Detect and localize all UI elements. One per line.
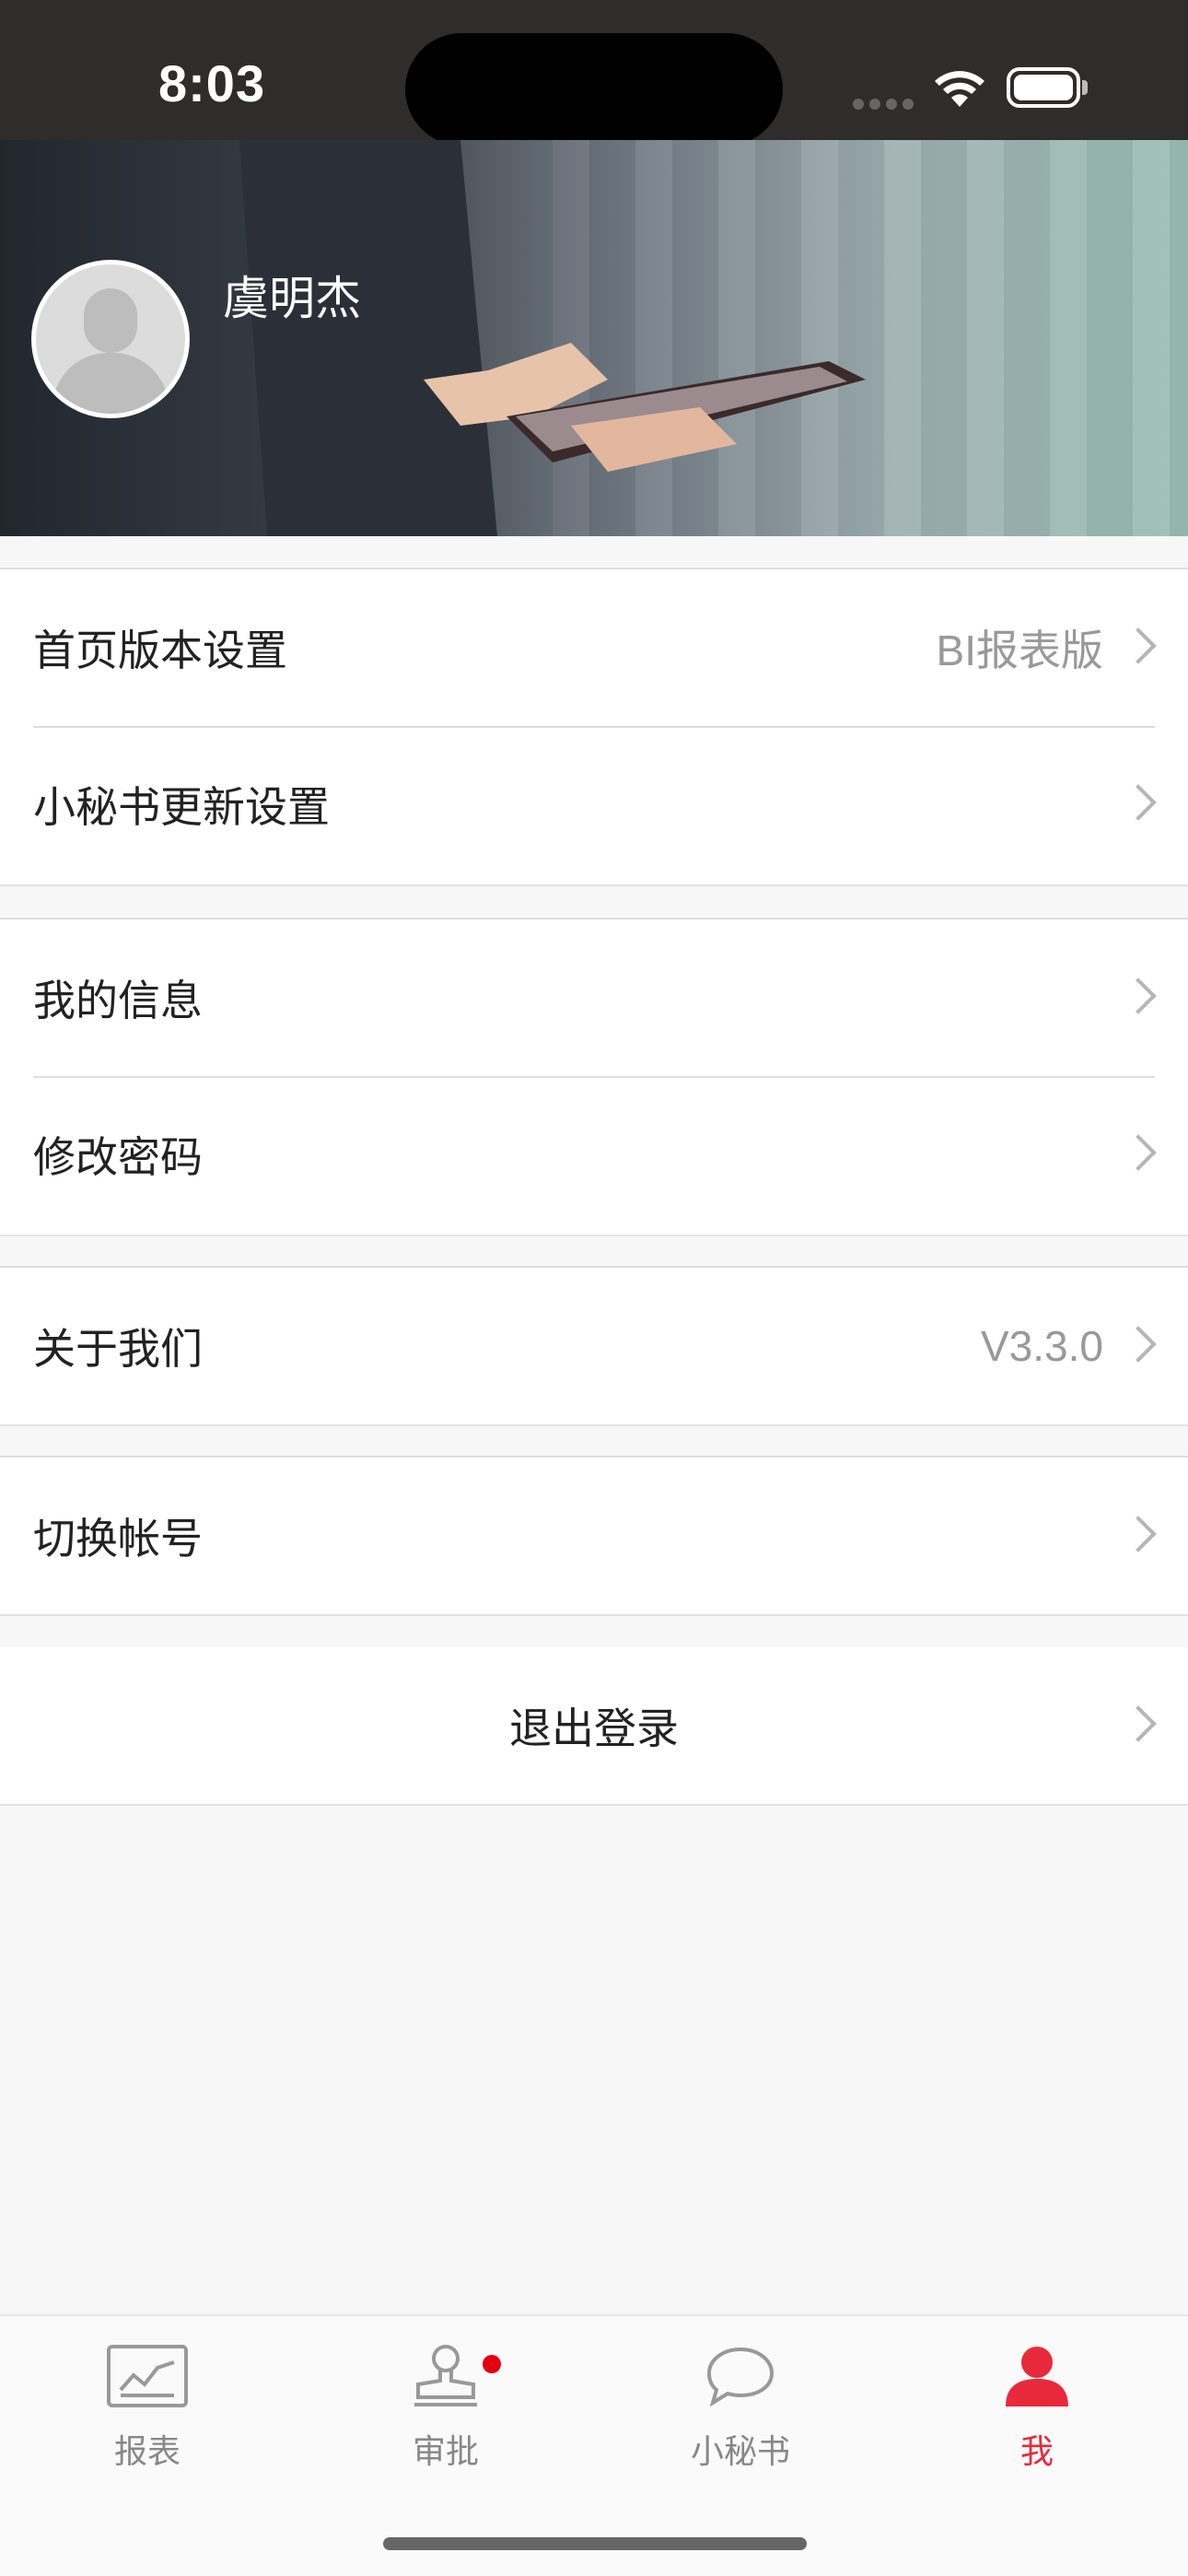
logout-label: 退出登录 xyxy=(509,1704,679,1753)
home-indicator[interactable] xyxy=(383,2537,807,2550)
settings-group-account: 我的信息 修改密码 xyxy=(0,918,1188,1236)
chat-bubble-icon xyxy=(706,2347,775,2407)
chevron-right-icon xyxy=(1120,784,1157,821)
tab-reports[interactable]: 报表 xyxy=(55,2344,239,2473)
homepage-version-label: 首页版本设置 xyxy=(33,626,287,675)
my-info-label: 我的信息 xyxy=(33,976,203,1025)
chevron-right-icon xyxy=(1120,1326,1157,1363)
switch-account-row[interactable]: 切换帐号 xyxy=(0,1458,1188,1614)
avatar[interactable] xyxy=(31,260,190,418)
tab-reports-label: 报表 xyxy=(113,2433,181,2471)
chart-icon xyxy=(107,2345,188,2407)
chevron-right-icon xyxy=(1120,1516,1157,1552)
tablet-photo-illustration xyxy=(239,140,866,536)
change-password-label: 修改密码 xyxy=(33,1132,203,1182)
tab-approval-label: 审批 xyxy=(412,2433,479,2471)
notification-badge xyxy=(483,2355,501,2373)
app-version-value: V3.3.0 xyxy=(981,1322,1103,1370)
dynamic-island xyxy=(405,33,783,146)
about-us-row[interactable]: 关于我们 V3.3.0 xyxy=(0,1268,1188,1424)
profile-banner: 虞明杰 xyxy=(0,140,1188,536)
logout-group: 退出登录 xyxy=(0,1647,1188,1806)
status-time: 8:03 xyxy=(158,54,266,112)
switch-account-label: 切换帐号 xyxy=(33,1514,203,1563)
my-info-row[interactable]: 我的信息 xyxy=(0,919,1188,1076)
tab-me[interactable]: 我 xyxy=(945,2344,1129,2473)
tab-me-label: 我 xyxy=(1019,2433,1054,2471)
homepage-version-value: BI报表版 xyxy=(936,626,1103,674)
logout-button[interactable]: 退出登录 xyxy=(0,1647,1188,1804)
chevron-right-icon xyxy=(1120,627,1157,664)
chevron-right-icon xyxy=(1120,1134,1157,1171)
status-bar: 8:03 xyxy=(0,0,1188,146)
secretary-update-label: 小秘书更新设置 xyxy=(33,782,330,832)
change-password-row[interactable]: 修改密码 xyxy=(0,1076,1188,1233)
cellular-signal-icon xyxy=(853,96,919,113)
chevron-right-icon xyxy=(1120,978,1157,1014)
tab-secretary[interactable]: 小秘书 xyxy=(648,2344,833,2473)
stamp-icon xyxy=(414,2345,477,2406)
about-us-label: 关于我们 xyxy=(33,1324,203,1374)
secretary-update-row[interactable]: 小秘书更新设置 xyxy=(0,726,1188,883)
settings-group-switch: 切换帐号 xyxy=(0,1456,1188,1616)
settings-group-about: 关于我们 V3.3.0 xyxy=(0,1266,1188,1426)
wifi-icon xyxy=(935,71,984,107)
tab-secretary-label: 小秘书 xyxy=(690,2433,790,2471)
tab-approval[interactable]: 审批 xyxy=(354,2344,538,2473)
homepage-version-row[interactable]: 首页版本设置 BI报表版 xyxy=(0,569,1188,726)
person-icon xyxy=(1006,2347,1068,2406)
battery-icon xyxy=(1007,67,1088,108)
user-name: 虞明杰 xyxy=(223,272,361,325)
settings-group-preferences: 首页版本设置 BI报表版 小秘书更新设置 xyxy=(0,568,1188,886)
